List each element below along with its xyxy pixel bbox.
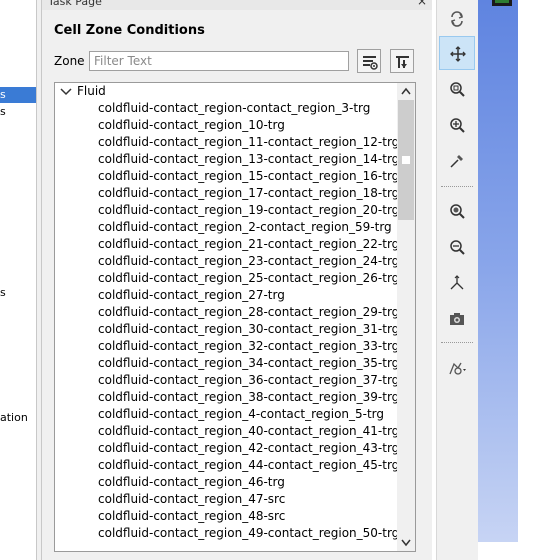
task-page-title: Task Page xyxy=(48,0,102,8)
list-item[interactable]: coldfluid-contact_region_2-contact_regio… xyxy=(98,219,399,236)
list-item[interactable]: coldfluid-contact_region_46-trg xyxy=(98,474,399,491)
outline-item-label: ation xyxy=(0,411,28,424)
toolbar-separator xyxy=(441,342,473,343)
list-item[interactable]: coldfluid-contact_region_21-contact_regi… xyxy=(98,236,399,253)
outline-tree-item-selected[interactable]: s xyxy=(0,87,36,103)
list-item[interactable]: coldfluid-contact_region_42-contact_regi… xyxy=(98,440,399,457)
chevron-down-icon[interactable] xyxy=(59,83,73,100)
list-item[interactable]: coldfluid-contact_region_23-contact_regi… xyxy=(98,253,399,270)
graphics-toolbar xyxy=(436,0,478,560)
scrollbar-grip xyxy=(402,156,410,164)
pan-button[interactable] xyxy=(439,36,475,70)
list-item[interactable]: coldfluid-contact_region_27-trg xyxy=(98,287,399,304)
tree-group-label: Fluid xyxy=(77,84,106,98)
list-item[interactable]: coldfluid-contact_region_44-contact_regi… xyxy=(98,457,399,474)
list-item[interactable]: coldfluid-contact_region-contact_region_… xyxy=(98,100,399,117)
zone-items: coldfluid-contact_region-contact_region_… xyxy=(98,100,399,542)
list-item[interactable]: coldfluid-contact_region_15-contact_regi… xyxy=(98,168,399,185)
list-item[interactable]: coldfluid-contact_region_49-contact_regi… xyxy=(98,525,399,542)
list-item[interactable]: coldfluid-contact_region_28-contact_regi… xyxy=(98,304,399,321)
list-item[interactable]: coldfluid-contact_region_36-contact_regi… xyxy=(98,372,399,389)
zoom-in-button[interactable] xyxy=(439,108,475,142)
list-item[interactable]: coldfluid-contact_region_40-contact_regi… xyxy=(98,423,399,440)
cell-zone-list[interactable]: Fluid coldfluid-contact_region-contact_r… xyxy=(54,82,416,552)
outline-item-label: s xyxy=(0,88,6,101)
zoom-to-fit-button[interactable] xyxy=(439,194,475,228)
screenshot-button[interactable] xyxy=(439,302,475,336)
list-item[interactable]: coldfluid-contact_region_48-src xyxy=(98,508,399,525)
zone-filter-input[interactable] xyxy=(89,51,349,71)
filter-options-button[interactable] xyxy=(357,49,381,73)
toolbar-separator xyxy=(441,186,473,187)
list-item[interactable]: coldfluid-contact_region_34-contact_regi… xyxy=(98,355,399,372)
sort-button[interactable] xyxy=(390,49,414,73)
list-item[interactable]: coldfluid-contact_region_13-contact_regi… xyxy=(98,151,399,168)
list-item[interactable]: coldfluid-contact_region_25-contact_regi… xyxy=(98,270,399,287)
list-item[interactable]: coldfluid-contact_region_17-contact_regi… xyxy=(98,185,399,202)
list-item[interactable]: coldfluid-contact_region_10-trg xyxy=(98,117,399,134)
outline-tree-item[interactable]: ation xyxy=(0,411,28,424)
list-item[interactable]: coldfluid-contact_region_11-contact_regi… xyxy=(98,134,399,151)
task-page: Cell Zone Conditions Zone Filter Text Fl… xyxy=(42,10,432,560)
scroll-down-arrow[interactable] xyxy=(397,534,415,551)
zoom-fit-button[interactable] xyxy=(439,72,475,106)
list-item[interactable]: coldfluid-contact_region_38-contact_regi… xyxy=(98,389,399,406)
page-title: Cell Zone Conditions xyxy=(54,23,205,38)
views-menu-button[interactable] xyxy=(439,352,475,386)
list-scrollbar[interactable] xyxy=(397,83,415,551)
scroll-up-arrow[interactable] xyxy=(397,83,415,100)
outline-tree-item[interactable]: s xyxy=(0,286,6,299)
zone-label: Zone xyxy=(54,54,85,68)
rotate-button[interactable] xyxy=(439,2,475,36)
graphics-corner-indicator-fill xyxy=(495,0,509,3)
outline-tree-panel: s s s ation xyxy=(0,0,36,560)
outline-item-label: s xyxy=(0,286,6,299)
close-icon[interactable]: × xyxy=(417,0,427,8)
list-item[interactable]: coldfluid-contact_region_32-contact_regi… xyxy=(98,338,399,355)
zoom-out-button[interactable] xyxy=(439,230,475,264)
graphics-window[interactable] xyxy=(478,0,518,542)
list-item[interactable]: coldfluid-contact_region_4-contact_regio… xyxy=(98,406,399,423)
list-item[interactable]: coldfluid-contact_region_30-contact_regi… xyxy=(98,321,399,338)
outline-tree-item[interactable]: s xyxy=(0,105,6,118)
scrollbar-thumb[interactable] xyxy=(398,100,414,220)
outline-item-label: s xyxy=(0,105,6,118)
list-item[interactable]: coldfluid-contact_region_47-src xyxy=(98,491,399,508)
list-item[interactable]: coldfluid-contact_region_19-contact_regi… xyxy=(98,202,399,219)
axes-button[interactable] xyxy=(439,266,475,300)
probe-button[interactable] xyxy=(439,144,475,178)
